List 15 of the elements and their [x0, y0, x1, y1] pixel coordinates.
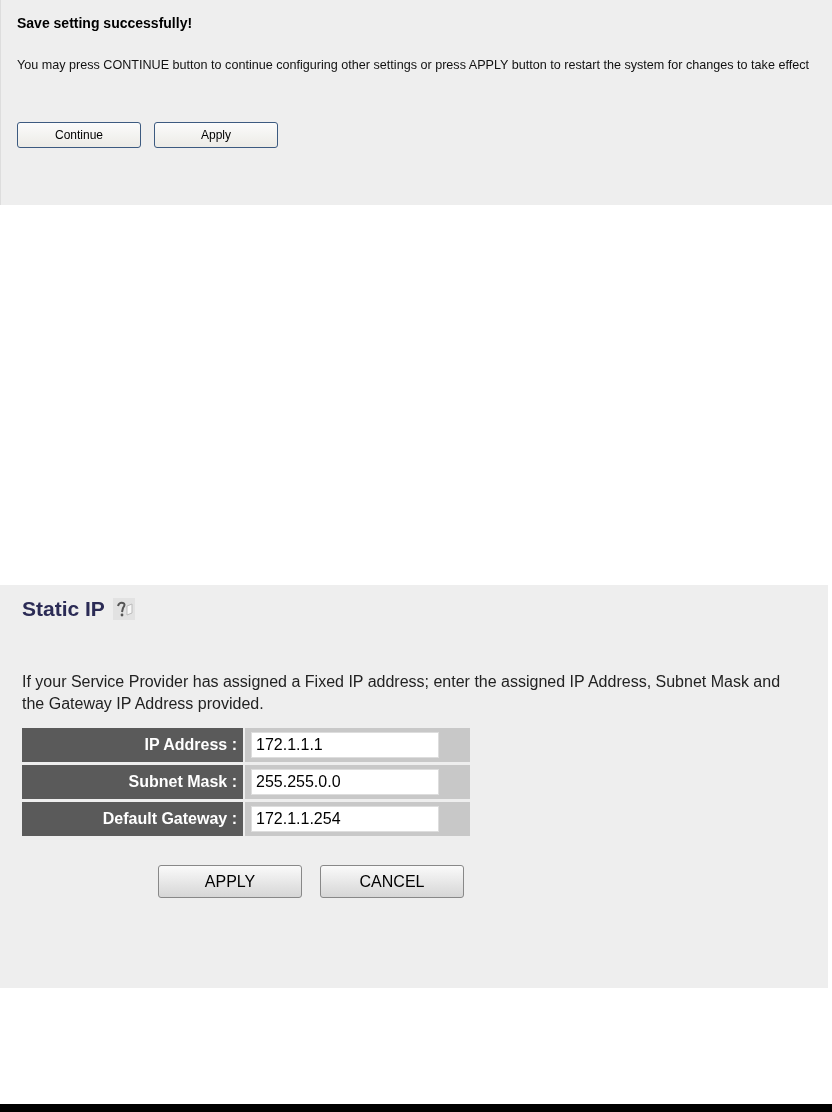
input-field[interactable]: 172.1.1.254: [251, 806, 439, 832]
page-title: Static IP: [22, 597, 105, 621]
apply-button[interactable]: Apply: [154, 122, 278, 148]
instruction-text: If your Service Provider has assigned a Fixed IP address; enter the assigned IP Address, Subnet Mask and the Gateway IP Address provided.: [22, 672, 782, 714]
apply-button[interactable]: APPLY: [158, 865, 302, 898]
input-field[interactable]: 172.1.1.1: [251, 732, 439, 758]
field-label: Subnet Mask :: [22, 765, 245, 799]
instruction-text: You may press CONTINUE button to continue configuring other settings or press APPLY button to restart the system for changes to take effect: [17, 57, 810, 74]
input-field[interactable]: 255.255.0.0: [251, 769, 439, 795]
continue-button[interactable]: Continue: [17, 122, 141, 148]
field-label: IP Address :: [22, 728, 245, 762]
success-title: Save setting successfully!: [17, 15, 193, 31]
help-icon[interactable]: [112, 598, 135, 620]
field-label: Default Gateway :: [22, 802, 245, 836]
cancel-button[interactable]: CANCEL: [320, 865, 464, 898]
